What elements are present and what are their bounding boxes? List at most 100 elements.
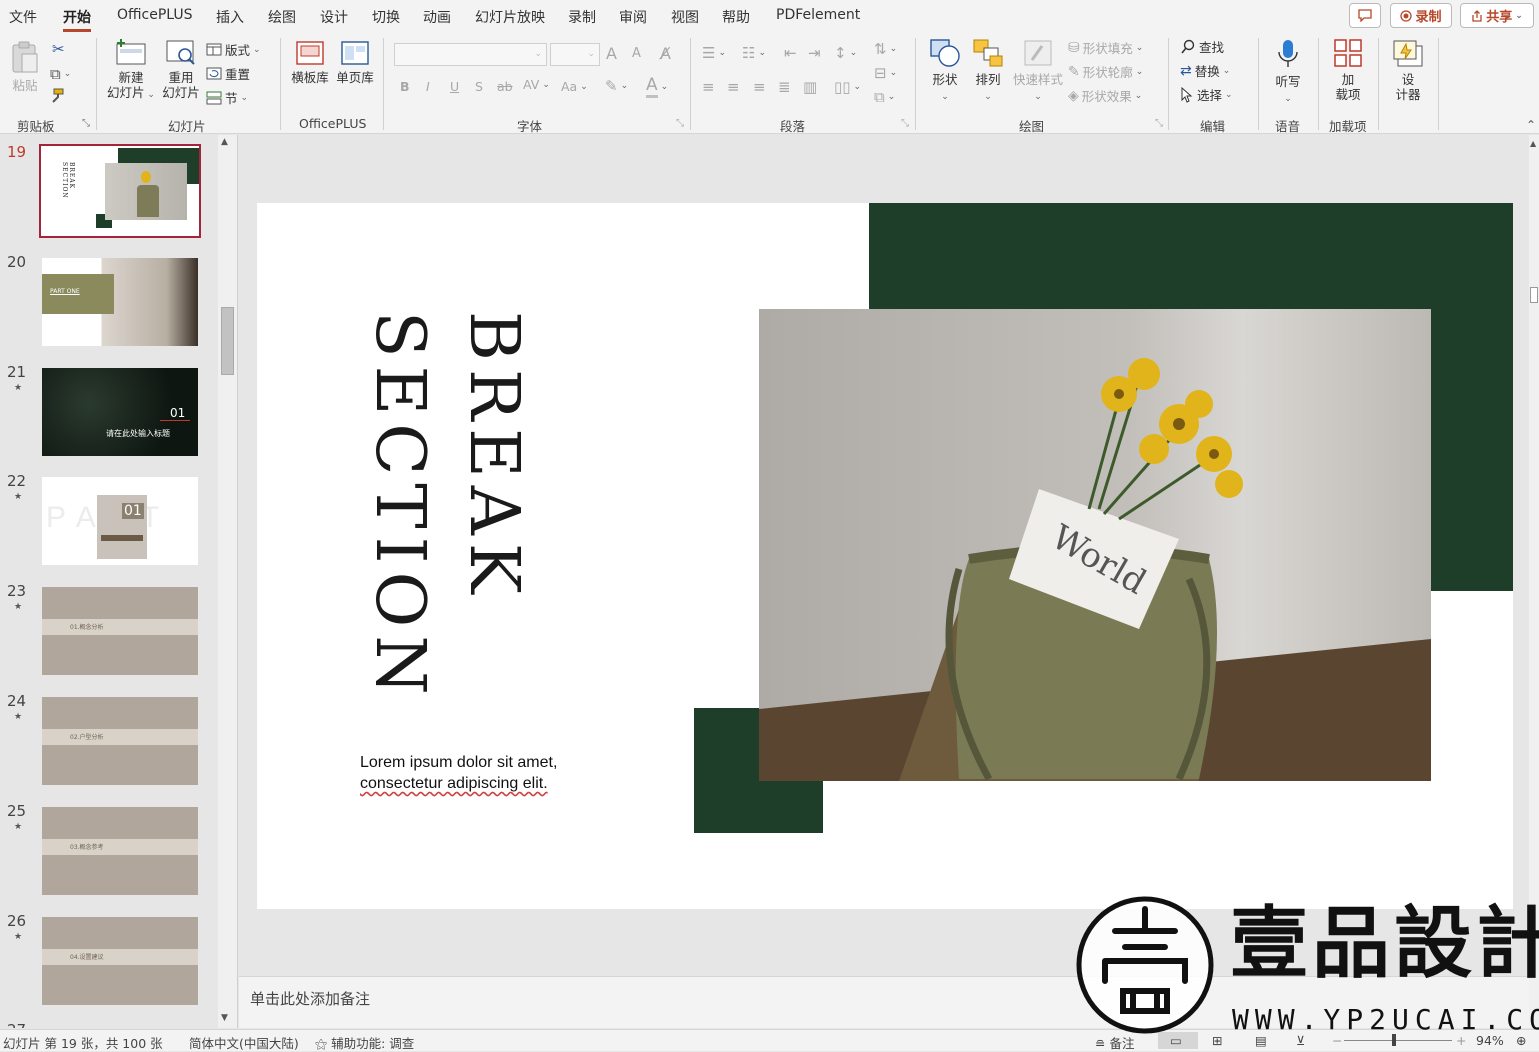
- dictate-button[interactable]: 听写 ⌄: [1266, 38, 1310, 107]
- quick-styles-button[interactable]: 快速样式 ⌄: [1010, 38, 1066, 105]
- shape-effects-button[interactable]: ◈ 形状效果 ⌄: [1068, 86, 1142, 105]
- chevron-down-icon: ⌄: [758, 48, 766, 58]
- scroll-down-icon[interactable]: ▼: [221, 1013, 228, 1023]
- language-status[interactable]: 简体中文(中国大陆): [189, 1033, 299, 1052]
- chevron-down-icon: ⌄: [849, 48, 858, 58]
- cut-button[interactable]: ✂: [52, 40, 65, 58]
- scroll-up-icon[interactable]: ▲: [1530, 139, 1536, 148]
- scrollbar-thumb[interactable]: [1530, 287, 1538, 303]
- highlight-button[interactable]: ✎ ⌄: [605, 77, 628, 95]
- replace-button[interactable]: ⇄ 替换 ⌄: [1180, 61, 1230, 80]
- accessibility-status[interactable]: ⚝ 辅助功能: 调查: [315, 1033, 414, 1052]
- numbering-button[interactable]: ☷ ⌄: [742, 44, 766, 62]
- paste-button[interactable]: 粘贴: [6, 40, 44, 93]
- thumbnails-scrollbar[interactable]: ▲ ▼: [218, 135, 237, 1028]
- select-button[interactable]: 选择 ⌄: [1180, 85, 1233, 104]
- chevron-down-icon: ⌄: [853, 82, 862, 92]
- columns-button[interactable]: ▯▯ ⌄: [834, 78, 861, 96]
- chevron-down-icon: ⌄: [941, 92, 949, 102]
- scroll-up-icon[interactable]: ▲: [221, 137, 228, 147]
- strikethrough-button[interactable]: ab: [497, 79, 513, 94]
- bullets-button[interactable]: ☰ ⌄: [702, 44, 726, 62]
- italic-button[interactable]: I: [426, 79, 430, 94]
- bold-button[interactable]: B: [400, 79, 410, 94]
- align-center-button[interactable]: ≡: [727, 78, 740, 96]
- copy-button[interactable]: ⧉ ⌄: [50, 65, 71, 83]
- text-shadow-button[interactable]: S: [475, 79, 483, 94]
- dialog-launcher-icon[interactable]: ⤡: [901, 118, 909, 129]
- record-button[interactable]: 录制: [1390, 3, 1452, 28]
- thumbnail-slide-22[interactable]: PART 01: [42, 477, 198, 565]
- thumbnail-slide-21[interactable]: 01 请在此处输入标题: [42, 368, 198, 456]
- menu-animations[interactable]: 动画: [423, 7, 451, 27]
- font-name-select[interactable]: ⌄: [394, 43, 547, 66]
- collapse-ribbon-icon[interactable]: ⌃: [1526, 118, 1536, 132]
- shapes-button[interactable]: 形状 ⌄: [924, 38, 966, 105]
- menu-insert[interactable]: 插入: [216, 7, 244, 27]
- new-slide-button[interactable]: 新建 幻灯片 ⌄: [104, 38, 158, 103]
- share-button[interactable]: 共享 ⌄: [1460, 3, 1534, 28]
- slide-body-text[interactable]: Lorem ipsum dolor sit amet, consectetur …: [360, 752, 557, 794]
- thumbnail-slide-19[interactable]: BREAK SECTION: [39, 144, 201, 238]
- slide-canvas[interactable]: World BREAK SECTION Lorem ipsum dolor sit…: [257, 203, 1513, 909]
- format-painter-button[interactable]: [50, 88, 66, 104]
- menu-review[interactable]: 审阅: [619, 7, 647, 27]
- font-size-select[interactable]: ⌄: [550, 43, 600, 66]
- align-text-button[interactable]: ⊟ ⌄: [874, 64, 897, 82]
- menu-design[interactable]: 设计: [320, 7, 348, 27]
- dialog-launcher-icon[interactable]: ⤡: [82, 118, 90, 129]
- find-button[interactable]: 查找: [1180, 37, 1224, 56]
- dialog-launcher-icon[interactable]: ⤡: [676, 118, 684, 129]
- slide-title-line-2: SECTION: [360, 311, 439, 703]
- section-button[interactable]: 节 ⌄: [206, 88, 248, 107]
- chevron-down-icon: ⌄: [1222, 65, 1231, 76]
- arrange-button[interactable]: 排列 ⌄: [968, 38, 1008, 105]
- font-color-button[interactable]: A ⌄: [646, 75, 668, 98]
- line-spacing-button[interactable]: ↕ ⌄: [834, 44, 857, 62]
- thumbnail-slide-20[interactable]: PART ONE: [42, 258, 198, 346]
- shape-fill-button[interactable]: ⛁ 形状填充 ⌄: [1068, 38, 1143, 57]
- designer-button[interactable]: 设 计器: [1386, 38, 1430, 102]
- menu-transitions[interactable]: 切换: [372, 7, 400, 27]
- menu-officeplus[interactable]: OfficePLUS: [117, 7, 193, 23]
- thumbnail-slide-26[interactable]: 04.设置建议: [42, 917, 198, 1005]
- distributed-button[interactable]: ▥: [803, 78, 817, 96]
- thumbnail-slide-25[interactable]: 03.概念参考: [42, 807, 198, 895]
- single-page-library-button[interactable]: 单页库: [333, 40, 377, 85]
- increase-indent-button[interactable]: ⇥: [808, 44, 821, 62]
- align-left-button[interactable]: ≡: [702, 78, 715, 96]
- text-direction-button[interactable]: ⇅ ⌄: [874, 40, 897, 58]
- menu-record[interactable]: 录制: [568, 7, 596, 27]
- change-case-button[interactable]: Aa ⌄: [561, 79, 588, 94]
- slide-title[interactable]: BREAK SECTION: [352, 311, 540, 711]
- underline-button[interactable]: U: [450, 79, 459, 94]
- shrink-font-button[interactable]: A: [632, 46, 641, 61]
- comments-button[interactable]: [1349, 3, 1381, 28]
- menu-view[interactable]: 视图: [671, 7, 699, 27]
- arrange-label: 排列: [975, 72, 1001, 87]
- reuse-slides-button[interactable]: 重用 幻灯片: [160, 38, 202, 100]
- grow-font-button[interactable]: A: [606, 44, 617, 63]
- decrease-indent-button[interactable]: ⇤: [784, 44, 797, 62]
- menu-pdfelement[interactable]: PDFelement: [776, 7, 860, 23]
- menu-help[interactable]: 帮助: [722, 7, 750, 27]
- menu-draw[interactable]: 绘图: [268, 7, 296, 27]
- scrollbar-thumb[interactable]: [221, 307, 234, 375]
- dialog-launcher-icon[interactable]: ⤡: [1155, 118, 1163, 129]
- thumbnail-slide-24[interactable]: 02.户型分析: [42, 697, 198, 785]
- clear-format-button[interactable]: A̸: [660, 44, 671, 63]
- menu-slideshow[interactable]: 幻灯片放映: [475, 7, 545, 27]
- template-library-icon: [296, 41, 324, 65]
- shape-outline-button[interactable]: ✎ 形状轮廓 ⌄: [1068, 62, 1143, 81]
- reset-button[interactable]: 重置: [206, 64, 250, 83]
- layout-button[interactable]: 版式 ⌄: [206, 40, 261, 59]
- thumbnail-slide-23[interactable]: 01.概念分析: [42, 587, 198, 675]
- template-library-button[interactable]: 横板库: [288, 40, 332, 85]
- character-spacing-button[interactable]: AV ⌄: [523, 77, 550, 92]
- align-right-button[interactable]: ≡: [753, 78, 766, 96]
- smartart-button[interactable]: ⧉ ⌄: [874, 88, 895, 106]
- justify-button[interactable]: ≣: [778, 78, 791, 96]
- addins-button[interactable]: 加 载项: [1326, 38, 1370, 102]
- menu-file[interactable]: 文件: [9, 7, 37, 27]
- menu-home[interactable]: 开始: [63, 7, 91, 32]
